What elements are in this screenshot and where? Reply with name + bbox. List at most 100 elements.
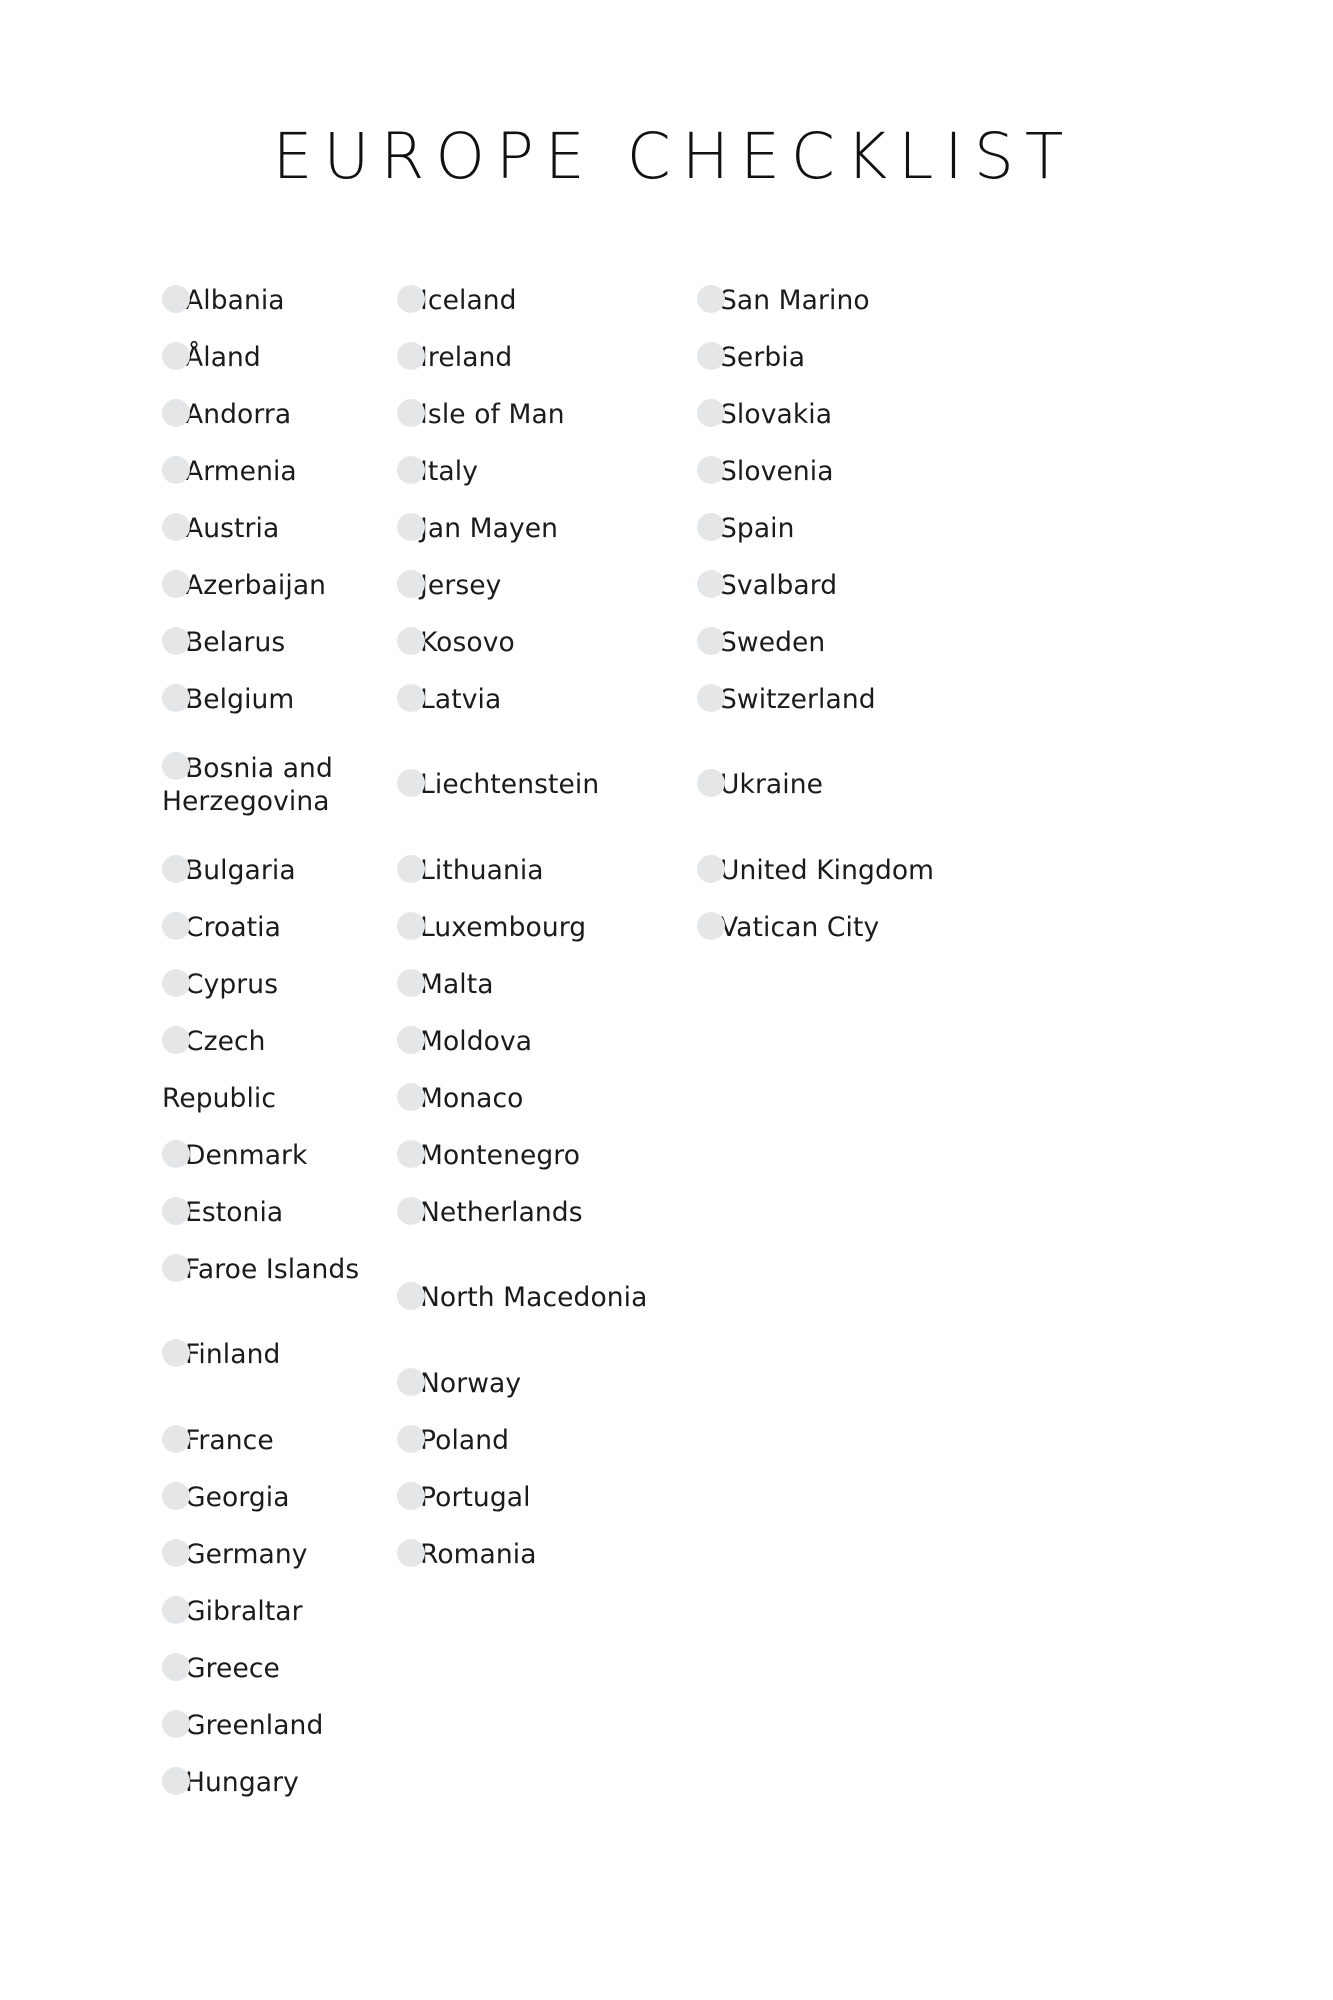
checkbox-circle-icon[interactable]	[162, 911, 190, 940]
checklist-item[interactable]: Czech Republic	[162, 1013, 380, 1127]
checklist-item[interactable]: Norway	[397, 1355, 680, 1412]
checkbox-circle-icon[interactable]	[162, 1538, 190, 1567]
checkbox-circle-icon[interactable]	[397, 341, 425, 370]
checklist-item[interactable]: Lithuania	[397, 842, 680, 899]
checklist-item[interactable]: Slovenia	[697, 443, 1080, 500]
checkbox-circle-icon[interactable]	[162, 1339, 190, 1367]
checklist-item[interactable]: Monaco	[397, 1070, 680, 1127]
checklist-item[interactable]: Spain	[697, 500, 1080, 557]
checklist-item[interactable]: Belarus	[162, 614, 380, 671]
checkbox-circle-icon[interactable]	[397, 683, 425, 712]
checklist-item[interactable]: Netherlands	[397, 1184, 680, 1241]
checkbox-circle-icon[interactable]	[397, 1282, 425, 1310]
checklist-item[interactable]: Liechtenstein	[397, 728, 680, 842]
checkbox-circle-icon[interactable]	[162, 1766, 190, 1795]
checkbox-circle-icon[interactable]	[162, 512, 190, 541]
checklist-item[interactable]: Belgium	[162, 671, 380, 728]
checkbox-circle-icon[interactable]	[162, 1025, 190, 1054]
checkbox-circle-icon[interactable]	[397, 854, 425, 883]
checkbox-circle-icon[interactable]	[697, 284, 725, 313]
checklist-item[interactable]: Greenland	[162, 1697, 380, 1754]
checklist-item[interactable]: Switzerland	[697, 671, 1080, 728]
checkbox-circle-icon[interactable]	[162, 854, 190, 883]
checklist-item[interactable]: Albania	[162, 272, 380, 329]
checklist-item[interactable]: Poland	[397, 1412, 680, 1469]
checklist-item[interactable]: Sweden	[697, 614, 1080, 671]
checkbox-circle-icon[interactable]	[697, 911, 725, 940]
checklist-item[interactable]: Ireland	[397, 329, 680, 386]
checklist-item[interactable]: Iceland	[397, 272, 680, 329]
checkbox-circle-icon[interactable]	[397, 455, 425, 484]
checklist-item[interactable]: Ukraine	[697, 728, 1080, 842]
checkbox-circle-icon[interactable]	[397, 1025, 425, 1054]
checklist-item[interactable]: Malta	[397, 956, 680, 1013]
checkbox-circle-icon[interactable]	[697, 455, 725, 484]
checklist-item[interactable]: Estonia	[162, 1184, 380, 1241]
checkbox-circle-icon[interactable]	[697, 512, 725, 541]
checkbox-circle-icon[interactable]	[397, 1538, 425, 1567]
checkbox-circle-icon[interactable]	[162, 1424, 190, 1453]
checklist-item[interactable]: United Kingdom	[697, 842, 1080, 899]
checkbox-circle-icon[interactable]	[397, 398, 425, 427]
checklist-item[interactable]: Åland	[162, 329, 380, 386]
checkbox-circle-icon[interactable]	[697, 398, 725, 427]
checklist-item[interactable]: Germany	[162, 1526, 380, 1583]
checkbox-circle-icon[interactable]	[162, 626, 190, 655]
checklist-item[interactable]: Latvia	[397, 671, 680, 728]
checklist-item[interactable]: Serbia	[697, 329, 1080, 386]
checkbox-circle-icon[interactable]	[397, 911, 425, 940]
checklist-item[interactable]: Cyprus	[162, 956, 380, 1013]
checkbox-circle-icon[interactable]	[162, 1709, 190, 1738]
checklist-item[interactable]: Faroe Islands	[162, 1241, 380, 1298]
checkbox-circle-icon[interactable]	[162, 968, 190, 997]
checkbox-circle-icon[interactable]	[397, 769, 425, 797]
checklist-item[interactable]: Italy	[397, 443, 680, 500]
checklist-item[interactable]: Finland	[162, 1298, 380, 1412]
checklist-item[interactable]: Moldova	[397, 1013, 680, 1070]
checkbox-circle-icon[interactable]	[397, 1196, 425, 1225]
checkbox-circle-icon[interactable]	[397, 1367, 425, 1396]
checklist-item[interactable]: Luxembourg	[397, 899, 680, 956]
checkbox-circle-icon[interactable]	[162, 1196, 190, 1225]
checklist-item[interactable]: Andorra	[162, 386, 380, 443]
checklist-item[interactable]: Jan Mayen	[397, 500, 680, 557]
checklist-item[interactable]: Kosovo	[397, 614, 680, 671]
checklist-item[interactable]: Portugal	[397, 1469, 680, 1526]
checkbox-circle-icon[interactable]	[162, 1139, 190, 1168]
checkbox-circle-icon[interactable]	[162, 398, 190, 427]
checkbox-circle-icon[interactable]	[162, 1481, 190, 1510]
checkbox-circle-icon[interactable]	[397, 512, 425, 541]
checkbox-circle-icon[interactable]	[162, 455, 190, 484]
checklist-item[interactable]: Jersey	[397, 557, 680, 614]
checklist-item[interactable]: Croatia	[162, 899, 380, 956]
checkbox-circle-icon[interactable]	[397, 1481, 425, 1510]
checklist-item[interactable]: Slovakia	[697, 386, 1080, 443]
checklist-item[interactable]: Gibraltar	[162, 1583, 380, 1640]
checkbox-circle-icon[interactable]	[697, 683, 725, 712]
checkbox-circle-icon[interactable]	[397, 1139, 425, 1168]
checkbox-circle-icon[interactable]	[162, 1652, 190, 1681]
checklist-item[interactable]: Georgia	[162, 1469, 380, 1526]
checklist-item[interactable]: Denmark	[162, 1127, 380, 1184]
checkbox-circle-icon[interactable]	[397, 626, 425, 655]
checkbox-circle-icon[interactable]	[697, 626, 725, 655]
checkbox-circle-icon[interactable]	[697, 569, 725, 598]
checkbox-circle-icon[interactable]	[162, 569, 190, 598]
checklist-item[interactable]: France	[162, 1412, 380, 1469]
checkbox-circle-icon[interactable]	[697, 854, 725, 883]
checkbox-circle-icon[interactable]	[697, 341, 725, 370]
checklist-item[interactable]: Isle of Man	[397, 386, 680, 443]
checkbox-circle-icon[interactable]	[397, 968, 425, 997]
checklist-item[interactable]: Greece	[162, 1640, 380, 1697]
checklist-item[interactable]: Austria	[162, 500, 380, 557]
checkbox-circle-icon[interactable]	[162, 683, 190, 712]
checklist-item[interactable]: North Macedonia	[397, 1241, 680, 1355]
checklist-item[interactable]: San Marino	[697, 272, 1080, 329]
checkbox-circle-icon[interactable]	[697, 769, 725, 797]
checkbox-circle-icon[interactable]	[162, 1595, 190, 1624]
checklist-item[interactable]: Bosnia and Herzegovina	[162, 728, 380, 842]
checkbox-circle-icon[interactable]	[397, 1082, 425, 1111]
checklist-item[interactable]: Vatican City	[697, 899, 1080, 956]
checkbox-circle-icon[interactable]	[397, 1424, 425, 1453]
checkbox-circle-icon[interactable]	[162, 341, 190, 370]
